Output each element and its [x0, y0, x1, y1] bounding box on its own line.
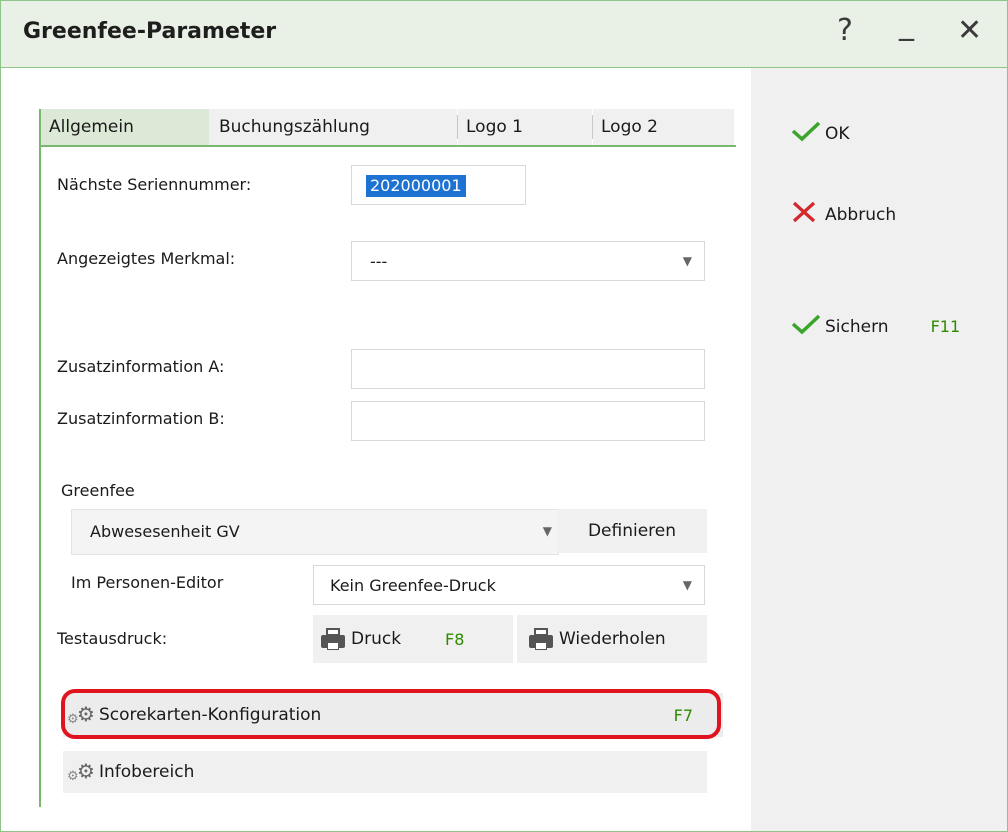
zusatz-b-input[interactable] — [351, 401, 705, 441]
minimize-icon[interactable]: _ — [899, 7, 914, 43]
serial-value: 202000001 — [366, 175, 466, 197]
action-pane: OK Abbruch Sichern F11 — [751, 68, 1007, 831]
druck-button[interactable]: Druck F8 — [313, 615, 513, 663]
dialog-title: Greenfee-Parameter — [23, 19, 277, 44]
merkmal-select[interactable]: --- ▼ — [351, 241, 705, 281]
chevron-down-icon: ▼ — [682, 254, 692, 268]
zusatz-a-label: Zusatzinformation A: — [57, 357, 225, 376]
editor-label: Im Personen-Editor — [71, 573, 224, 592]
sichern-button[interactable]: Sichern F11 — [791, 313, 960, 340]
infobereich-label: Infobereich — [99, 762, 195, 782]
close-icon[interactable]: ✕ — [957, 13, 982, 49]
cross-icon — [791, 200, 825, 229]
greenfee-section-label: Greenfee — [61, 481, 135, 500]
abbruch-button[interactable]: Abbruch — [791, 200, 896, 229]
tab-logo-2[interactable]: Logo 2 — [593, 109, 734, 145]
druck-shortcut: F8 — [445, 629, 465, 649]
greenfee-select[interactable]: Abwesesenheit GV ▼ — [71, 509, 559, 555]
merkmal-label: Angezeigtes Merkmal: — [57, 249, 236, 268]
tab-bar: Allgemein Buchungszählung Logo 1 Logo 2 — [39, 109, 734, 145]
infobereich-button[interactable]: ⚙ ⚙ Infobereich — [63, 751, 707, 793]
ok-label: OK — [825, 123, 850, 144]
checkmark-icon — [791, 313, 825, 340]
sichern-label: Sichern — [825, 316, 889, 337]
highlight-outline — [61, 689, 721, 739]
tab-allgemein[interactable]: Allgemein — [39, 109, 209, 145]
chevron-down-icon: ▼ — [542, 524, 552, 538]
serial-label: Nächste Seriennummer: — [57, 175, 252, 194]
wiederholen-button[interactable]: Wiederholen — [517, 615, 707, 663]
tab-buchungszaehlung[interactable]: Buchungszählung — [209, 109, 457, 145]
sichern-shortcut: F11 — [930, 317, 961, 336]
printer-icon — [321, 628, 345, 650]
wiederholen-label: Wiederholen — [559, 629, 666, 649]
chevron-down-icon: ▼ — [682, 578, 692, 592]
editor-value: Kein Greenfee-Druck — [330, 576, 496, 595]
definieren-button[interactable]: Definieren — [557, 509, 707, 553]
abbruch-label: Abbruch — [825, 204, 897, 225]
checkmark-icon — [791, 120, 825, 147]
title-bar: Greenfee-Parameter ? _ ✕ — [1, 1, 1007, 68]
editor-select[interactable]: Kein Greenfee-Druck ▼ — [313, 565, 705, 605]
zusatz-a-input[interactable] — [351, 349, 705, 389]
gear-icon: ⚙ ⚙ — [67, 759, 95, 784]
dialog-window: Greenfee-Parameter ? _ ✕ OK Abbruch Sich… — [0, 0, 1008, 832]
testausdruck-label: Testausdruck: — [57, 629, 168, 648]
tab-logo-1[interactable]: Logo 1 — [458, 109, 592, 145]
printer-icon — [529, 628, 553, 650]
help-icon[interactable]: ? — [837, 13, 853, 49]
druck-label: Druck — [351, 629, 402, 649]
serial-input[interactable]: 202000001 — [351, 165, 526, 205]
zusatz-b-label: Zusatzinformation B: — [57, 409, 225, 428]
greenfee-value: Abwesesenheit GV — [90, 522, 240, 541]
merkmal-value: --- — [370, 252, 388, 271]
definieren-label: Definieren — [587, 521, 677, 541]
ok-button[interactable]: OK — [791, 120, 850, 147]
